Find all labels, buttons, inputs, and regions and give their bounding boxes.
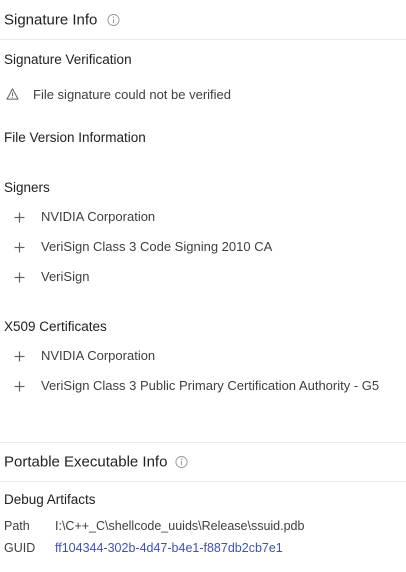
signature-info-title: Signature Info	[4, 11, 98, 28]
signature-verification-heading: Signature Verification	[4, 52, 132, 67]
certificate-label: VeriSign Class 3 Public Primary Certific…	[41, 378, 380, 393]
certificate-row-verisign-g5[interactable]: VeriSign Class 3 Public Primary Certific…	[0, 376, 406, 400]
x509-heading: X509 Certificates	[4, 319, 107, 334]
guid-key: GUID	[4, 541, 36, 555]
plus-icon[interactable]	[14, 351, 25, 362]
signature-status-row: File signature could not be verified	[0, 85, 406, 107]
signers-heading: Signers	[4, 180, 50, 195]
certificate-row-nvidia[interactable]: NVIDIA Corporation	[0, 346, 406, 370]
file-version-heading: File Version Information	[4, 130, 146, 145]
signer-row-verisign[interactable]: VeriSign	[0, 267, 406, 291]
signature-info-header: Signature Info	[0, 0, 406, 40]
signer-row-nvidia[interactable]: NVIDIA Corporation	[0, 207, 406, 231]
info-icon[interactable]	[107, 13, 120, 26]
portable-executable-header: Portable Executable Info	[0, 442, 406, 482]
plus-icon[interactable]	[14, 212, 25, 223]
signer-row-verisign-2010-ca[interactable]: VeriSign Class 3 Code Signing 2010 CA	[0, 237, 406, 261]
guid-link[interactable]: ff104344-302b-4d47-b4e1-f887db2cb7e1	[55, 541, 283, 555]
signer-label: VeriSign Class 3 Code Signing 2010 CA	[41, 239, 273, 254]
debug-artifacts-heading: Debug Artifacts	[4, 492, 96, 507]
signer-label: VeriSign	[41, 269, 90, 284]
portable-executable-title: Portable Executable Info	[4, 453, 168, 471]
info-icon[interactable]	[175, 455, 188, 469]
certificate-label: NVIDIA Corporation	[41, 348, 156, 363]
path-key: Path	[4, 519, 30, 533]
signature-status-text: File signature could not be verified	[33, 87, 232, 102]
plus-icon[interactable]	[14, 381, 25, 392]
signer-label: NVIDIA Corporation	[41, 209, 156, 224]
path-value: I:\C++_C\shellcode_uuids\Release\ssuid.p…	[55, 519, 305, 533]
warning-icon	[6, 88, 19, 100]
plus-icon[interactable]	[14, 272, 25, 283]
plus-icon[interactable]	[14, 242, 25, 253]
